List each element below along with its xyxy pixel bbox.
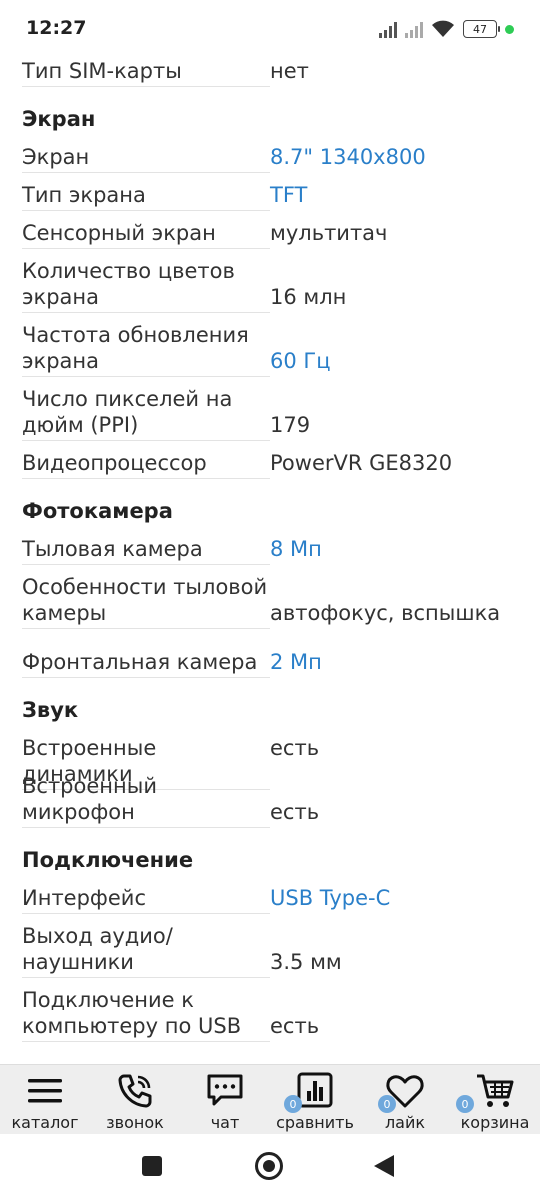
spec-label: Сенсорный экран: [22, 220, 270, 249]
spec-label-line: Число пикселей на: [22, 387, 233, 411]
spec-label: Число пикселей на дюйм (PPI): [22, 386, 270, 441]
spec-label-line: Подключение к: [22, 988, 194, 1012]
spec-label-line: компьютеру по USB: [22, 1014, 242, 1038]
spec-label: Тип экрана: [22, 182, 270, 211]
nav-call[interactable]: звонок: [90, 1065, 180, 1134]
compare-count-badge: 0: [284, 1095, 302, 1113]
spec-label: Частота обновления экрана: [22, 322, 270, 377]
wifi-icon: [432, 20, 454, 37]
spec-value-link[interactable]: 60 Гц: [270, 348, 331, 374]
spec-label: Экран: [22, 144, 270, 173]
spec-value: есть: [270, 1014, 320, 1038]
spec-value-link[interactable]: 2 Мп: [270, 649, 322, 675]
home-button[interactable]: [255, 1152, 283, 1180]
spec-value: 16 млн: [270, 285, 347, 309]
battery-level: 47: [473, 22, 487, 36]
phone-icon: [118, 1074, 152, 1108]
spec-label-line: Особенности тыловой: [22, 575, 268, 599]
status-icons: 47: [379, 18, 514, 40]
section-title-sound: Звук: [22, 698, 79, 722]
spec-label-line: Выход аудио/: [22, 924, 173, 948]
nav-compare[interactable]: 0 сравнить: [270, 1065, 360, 1134]
nav-chat[interactable]: чат: [180, 1065, 270, 1134]
nav-label: сравнить: [276, 1113, 354, 1132]
nav-label: чат: [210, 1113, 240, 1132]
back-button[interactable]: [374, 1155, 394, 1177]
spec-label-line: микрофон: [22, 800, 135, 824]
spec-label: Тип SIM-карты: [22, 58, 270, 87]
spec-label: Особенности тыловой камеры: [22, 574, 270, 629]
spec-value: 3.5 мм: [270, 950, 342, 974]
nav-like[interactable]: 0 лайк: [360, 1065, 450, 1134]
active-dot-icon: [505, 24, 514, 34]
battery-icon: 47: [463, 20, 500, 38]
spec-value-link[interactable]: USB Type-C: [270, 885, 390, 911]
section-title-camera: Фотокамера: [22, 499, 173, 523]
spec-label: Подключение к компьютеру по USB: [22, 987, 270, 1042]
spec-label-line: Количество цветов: [22, 259, 235, 283]
spec-value: PowerVR GE8320: [270, 451, 453, 475]
spec-label: Фронтальная камера: [22, 649, 270, 678]
cart-icon: [477, 1074, 514, 1107]
spec-value-link[interactable]: TFT: [270, 182, 307, 208]
nav-cart[interactable]: 0 корзина: [450, 1065, 540, 1134]
spec-label-line: экрана: [22, 349, 100, 373]
spec-value: мультитач: [270, 221, 388, 245]
like-count-badge: 0: [378, 1095, 396, 1113]
spec-label-line: камеры: [22, 601, 107, 625]
signal-2-icon: [405, 21, 423, 38]
spec-label-line: наушники: [22, 950, 134, 974]
recents-button[interactable]: [142, 1156, 162, 1176]
status-bar: 12:27 47: [0, 0, 540, 56]
cart-count-badge: 0: [456, 1095, 474, 1113]
spec-label: Тыловая камера: [22, 536, 270, 565]
nav-label: корзина: [460, 1113, 530, 1132]
spec-label: Встроенный микрофон: [22, 773, 270, 828]
section-title-screen: Экран: [22, 107, 96, 131]
spec-value: 179: [270, 413, 311, 437]
spec-label: Видеопроцессор: [22, 450, 270, 479]
spec-value: автофокус, вспышка: [270, 601, 501, 625]
spec-value-link[interactable]: 8.7" 1340x800: [270, 144, 426, 170]
status-time: 12:27: [26, 17, 87, 39]
spec-value-link[interactable]: 8 Мп: [270, 536, 322, 562]
nav-label: лайк: [384, 1113, 426, 1132]
nav-label: звонок: [106, 1113, 164, 1132]
menu-icon: [28, 1079, 62, 1103]
spec-value: есть: [270, 736, 320, 760]
spec-value: есть: [270, 800, 320, 824]
chat-icon: [207, 1074, 243, 1106]
nav-catalog[interactable]: каталог: [0, 1065, 90, 1134]
signal-icon: [379, 21, 397, 38]
section-title-connect: Подключение: [22, 848, 194, 872]
nav-label: каталог: [11, 1113, 79, 1132]
system-nav-bar: [0, 1134, 540, 1200]
spec-label: Интерфейс: [22, 885, 270, 914]
spec-label-line: Частота обновления: [22, 323, 249, 347]
spec-value: нет: [270, 59, 309, 83]
spec-label: Выход аудио/наушники: [22, 923, 270, 978]
spec-label: Количество цветов экрана: [22, 258, 270, 313]
bottom-nav: каталог звонок чат 0 сравнить 0 лайк 0 к…: [0, 1064, 540, 1134]
spec-label-line: Встроенный: [22, 774, 157, 798]
spec-label-line: дюйм (PPI): [22, 413, 139, 437]
spec-label-line: экрана: [22, 285, 100, 309]
